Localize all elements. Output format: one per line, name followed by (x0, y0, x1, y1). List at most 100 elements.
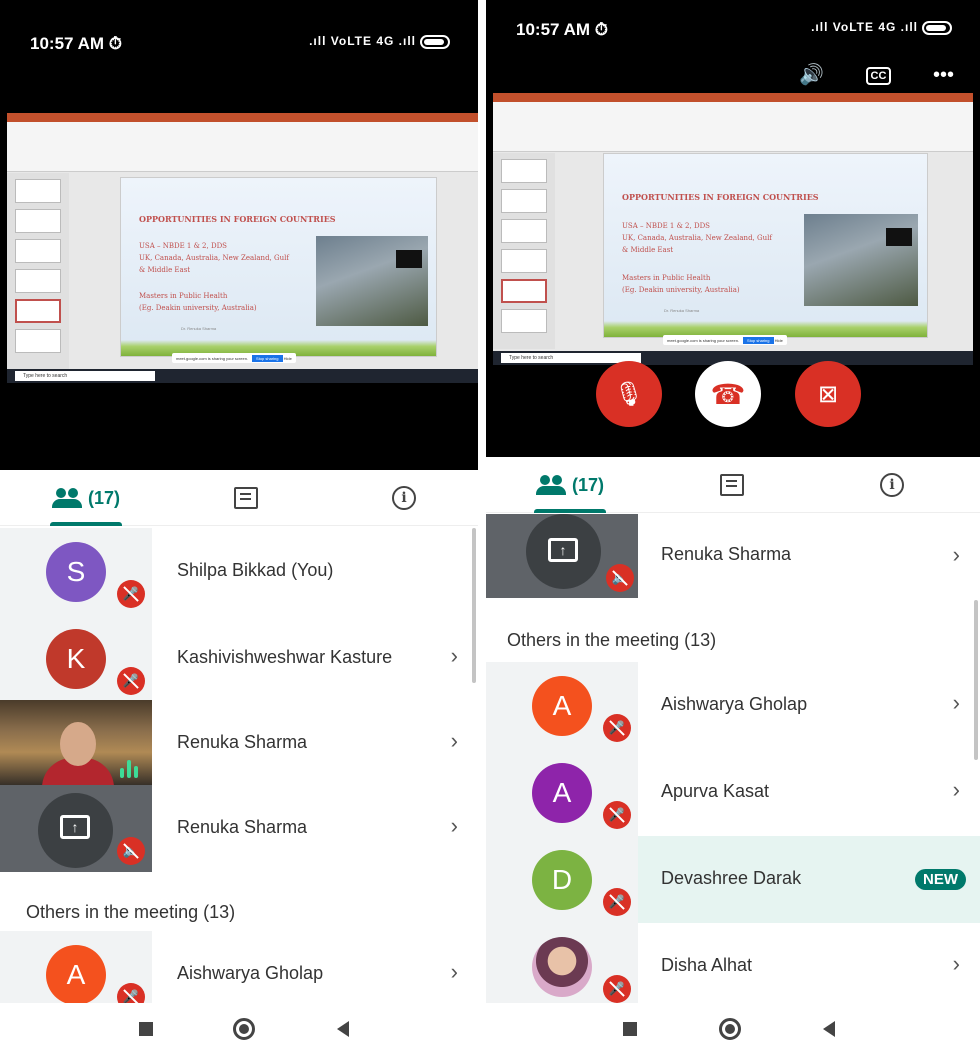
slide-thumbnail[interactable] (501, 159, 547, 183)
slide-thumbnail[interactable] (15, 209, 61, 233)
participant-row[interactable]: S 🎤 Shilpa Bikkad (You) (0, 528, 478, 615)
chevron-right-icon[interactable]: › (451, 728, 458, 754)
tab-chat[interactable] (708, 457, 756, 513)
slide-thumbnail[interactable] (501, 249, 547, 273)
mic-off-icon: 🎤 (603, 801, 631, 829)
participant-row[interactable]: Renuka Sharma › (0, 700, 478, 787)
present-screen-icon: ↑ (60, 815, 90, 839)
camera-off-button[interactable]: ⊠ (795, 361, 861, 427)
tab-chat[interactable] (222, 470, 270, 526)
slide-thumbnail[interactable] (15, 179, 61, 203)
participant-tile: ↑ 🔈 (486, 514, 638, 598)
battery-icon (420, 34, 450, 49)
tab-info[interactable]: i (868, 457, 916, 513)
slide-title: OPPORTUNITIES IN FOREIGN COUNTRIES (622, 192, 819, 202)
deakin-logo (396, 250, 422, 268)
chat-icon (234, 487, 258, 509)
tab-people[interactable]: (17) (534, 457, 606, 513)
chevron-right-icon[interactable]: › (451, 959, 458, 985)
mute-mic-button[interactable]: 🎙 (596, 361, 662, 427)
speaker-icon[interactable]: 🔊 (799, 64, 824, 86)
slide-thumbnail[interactable] (501, 189, 547, 213)
deakin-logo (886, 228, 912, 246)
home-icon[interactable] (233, 1018, 255, 1040)
chevron-right-icon[interactable]: › (953, 777, 960, 803)
meeting-tabs: (17) i (0, 470, 478, 526)
chevron-right-icon[interactable]: › (953, 542, 960, 568)
home-icon[interactable] (719, 1018, 741, 1040)
captions-button[interactable]: CC (865, 66, 892, 85)
slide-footer: Dr. Renuka Sharma (664, 308, 700, 313)
participant-tile (0, 700, 152, 787)
participant-row[interactable]: A 🎤 Apurva Kasat › (486, 749, 980, 836)
tab-people[interactable]: (17) (50, 470, 122, 526)
ppt-titlebar (7, 113, 478, 122)
participant-tile: K 🎤 (0, 615, 152, 702)
hide-button[interactable]: Hide (775, 338, 783, 343)
taskbar-search[interactable]: Type here to search (15, 371, 155, 381)
slide-thumbnail[interactable] (15, 269, 61, 293)
slide-line: Masters in Public Health (622, 274, 711, 282)
call-top-controls: 🔊 CC ••• (763, 62, 954, 87)
participant-row[interactable]: ↑ 🔈 Renuka Sharma › (0, 785, 478, 872)
participant-row[interactable]: ↑ 🔈 Renuka Sharma › (486, 514, 980, 598)
chevron-right-icon[interactable]: › (953, 951, 960, 977)
slide-line: Masters in Public Health (139, 292, 228, 300)
slide-line: USA – NBDE 1 & 2, DDS (622, 222, 710, 230)
stop-sharing-button[interactable]: Stop sharing (743, 337, 774, 344)
ppt-ribbon (7, 122, 478, 172)
chevron-right-icon[interactable]: › (953, 690, 960, 716)
speaking-indicator-icon (120, 758, 138, 778)
slide-thumbnail[interactable] (501, 219, 547, 243)
chevron-right-icon[interactable]: › (451, 643, 458, 669)
android-nav-bar (0, 1003, 980, 1051)
participant-row[interactable]: K 🎤 Kashivishweshwar Kasture › (0, 615, 478, 702)
slide-thumbnail-selected[interactable] (15, 299, 61, 323)
present-screen-icon: ↑ (548, 538, 578, 562)
mic-off-icon: 🎤 (117, 667, 145, 695)
signal-indicators: .ıll VoLTE 4G .ıll (811, 20, 952, 35)
slide-thumbnails (493, 153, 555, 349)
tab-info[interactable]: i (380, 470, 428, 526)
chevron-right-icon[interactable]: › (451, 813, 458, 839)
slide-thumbnail[interactable] (501, 309, 547, 333)
mic-off-icon: 🎤 (117, 983, 145, 1003)
avatar: A (46, 945, 106, 1003)
scrollbar[interactable] (974, 600, 978, 760)
new-badge: NEW (915, 869, 966, 890)
participant-row[interactable]: A 🎤 Aishwarya Gholap › (486, 662, 980, 749)
recents-icon[interactable] (139, 1022, 153, 1036)
recents-icon[interactable] (623, 1022, 637, 1036)
participant-name: Renuka Sharma (177, 732, 308, 752)
powerpoint-window: OPPORTUNITIES IN FOREIGN COUNTRIES USA –… (7, 113, 478, 383)
slide-thumbnail[interactable] (15, 329, 61, 353)
chat-icon (720, 474, 744, 496)
shared-screen-video: 10:57 AM ⏱ .ıll VoLTE 4G .ıll OPPORTUNIT… (0, 0, 478, 470)
slide-title: OPPORTUNITIES IN FOREIGN COUNTRIES (139, 214, 336, 224)
participant-row[interactable]: 🎤 Disha Alhat › (486, 923, 980, 1003)
slide-thumbnails (7, 173, 69, 369)
participant-row[interactable]: A 🎤 Aishwarya Gholap › (0, 931, 478, 1003)
hide-button[interactable]: Hide (284, 356, 292, 361)
avatar: A (532, 676, 592, 736)
battery-icon (922, 20, 952, 35)
mic-off-icon: 🎙 (613, 380, 645, 408)
volume-off-icon: 🔈 (117, 837, 145, 865)
participant-tile: A 🎤 (0, 931, 152, 1003)
participants-list: S 🎤 Shilpa Bikkad (You) K 🎤 Kashivishwes… (0, 528, 478, 1003)
slide-thumbnail[interactable] (15, 239, 61, 263)
mic-off-icon: 🎤 (117, 580, 145, 608)
powerpoint-window: OPPORTUNITIES IN FOREIGN COUNTRIES USA –… (493, 93, 973, 365)
participant-tile: A 🎤 (486, 749, 638, 836)
end-call-button[interactable]: ☎ (695, 361, 761, 427)
participants-list: ↑ 🔈 Renuka Sharma › Others in the meetin… (486, 514, 980, 1003)
slide-line: & Middle East (139, 266, 191, 274)
back-icon[interactable] (337, 1021, 349, 1037)
stop-sharing-button[interactable]: Stop sharing (252, 355, 283, 362)
back-icon[interactable] (823, 1021, 835, 1037)
scrollbar[interactable] (472, 528, 476, 683)
more-options-icon[interactable]: ••• (933, 64, 954, 86)
ppt-titlebar (493, 93, 973, 102)
participant-row[interactable]: D 🎤 Devashree Darak NEW (486, 836, 980, 923)
slide-thumbnail-selected[interactable] (501, 279, 547, 303)
